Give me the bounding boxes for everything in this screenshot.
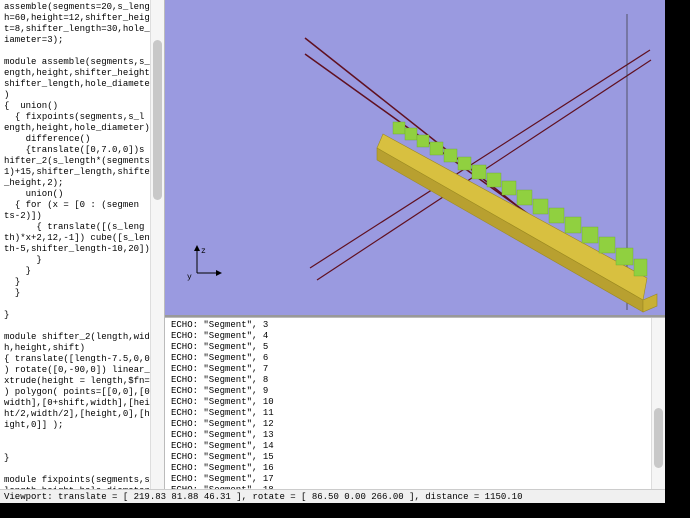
code-editor[interactable]: assemble(segments=20,s_lengt h=60,height… xyxy=(0,0,164,489)
green-segments xyxy=(393,122,647,276)
code-editor-pane: assemble(segments=20,s_lengt h=60,height… xyxy=(0,0,165,489)
console-scrollbar-thumb[interactable] xyxy=(654,408,663,468)
console-output[interactable]: ECHO: "Segment", 3 ECHO: "Segment", 4 EC… xyxy=(165,318,665,489)
console-pane: ECHO: "Segment", 3 ECHO: "Segment", 4 EC… xyxy=(165,317,665,489)
axis-y-label: y xyxy=(187,273,192,282)
console-scrollbar[interactable] xyxy=(651,318,665,489)
axis-z-label: z xyxy=(201,247,206,256)
main-row: assemble(segments=20,s_lengt h=60,height… xyxy=(0,0,665,489)
axis-indicator: z y xyxy=(183,243,223,287)
model-render xyxy=(165,0,665,317)
app-window: assemble(segments=20,s_lengt h=60,height… xyxy=(0,0,665,503)
right-column: z y ECHO: "Segment", 3 ECHO: "Segment", … xyxy=(165,0,665,489)
status-text: Viewport: translate = [ 219.83 81.88 46.… xyxy=(4,492,522,502)
viewport-3d[interactable]: z y xyxy=(165,0,665,317)
status-bar: Viewport: translate = [ 219.83 81.88 46.… xyxy=(0,489,665,503)
code-scrollbar[interactable] xyxy=(150,0,164,489)
code-scrollbar-thumb[interactable] xyxy=(153,40,162,200)
